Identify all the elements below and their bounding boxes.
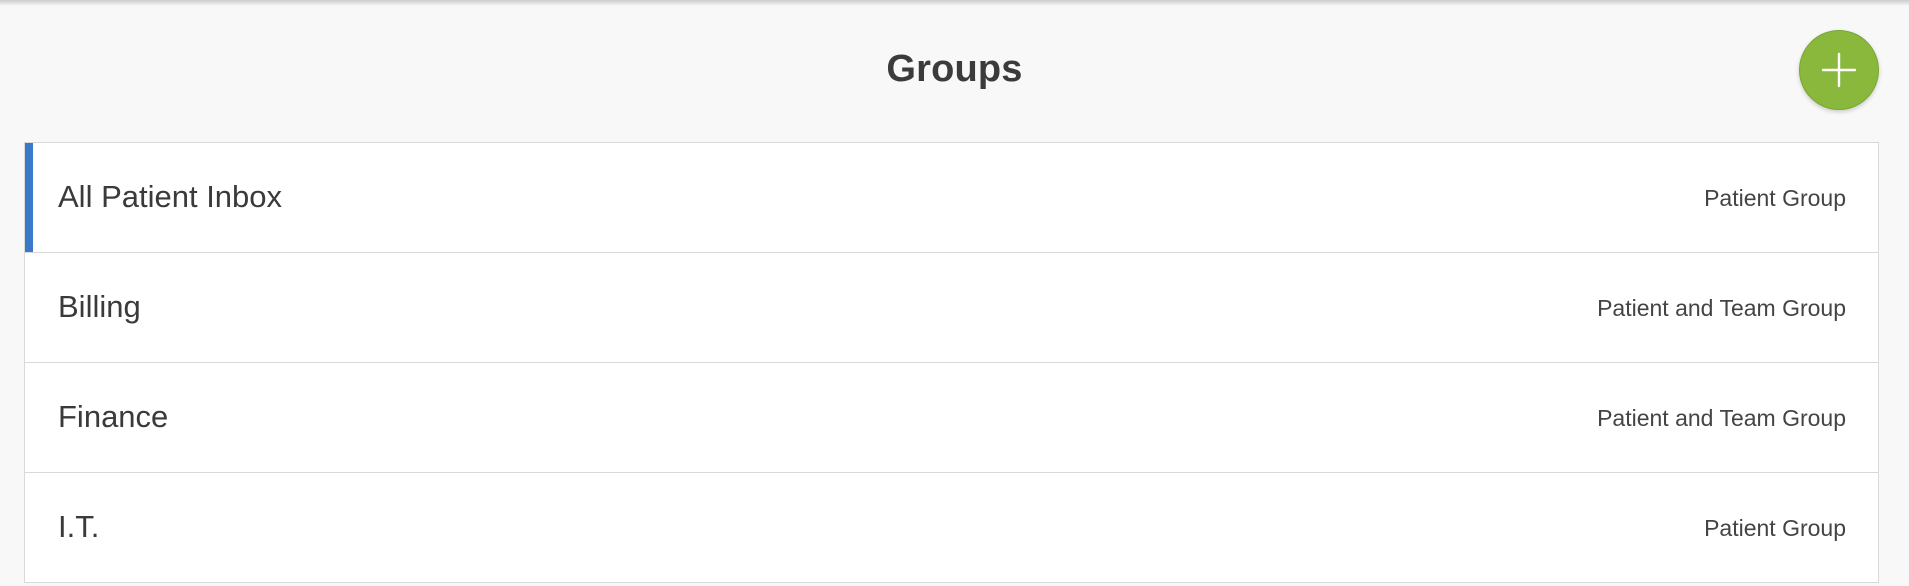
group-row-billing[interactable]: Billing Patient and Team Group — [25, 253, 1878, 363]
group-name: I.T. — [58, 509, 100, 544]
group-name: Billing — [58, 289, 141, 324]
groups-page: Groups All Patient Inbox Patient Group B… — [0, 0, 1909, 586]
add-group-button[interactable] — [1799, 30, 1879, 110]
group-name: All Patient Inbox — [58, 179, 283, 214]
group-row-finance[interactable]: Finance Patient and Team Group — [25, 363, 1878, 473]
group-list: All Patient Inbox Patient Group Billing … — [24, 142, 1879, 583]
plus-icon — [1821, 52, 1857, 88]
page-title: Groups — [886, 48, 1023, 90]
group-row-it[interactable]: I.T. Patient Group — [25, 473, 1878, 583]
group-type: Patient and Team Group — [1597, 295, 1846, 321]
group-type: Patient and Team Group — [1597, 405, 1846, 431]
group-type: Patient Group — [1704, 515, 1846, 541]
group-type: Patient Group — [1704, 185, 1846, 211]
header: Groups — [0, 0, 1909, 142]
group-row-all-patient-inbox[interactable]: All Patient Inbox Patient Group — [25, 143, 1878, 253]
group-name: Finance — [58, 399, 169, 434]
